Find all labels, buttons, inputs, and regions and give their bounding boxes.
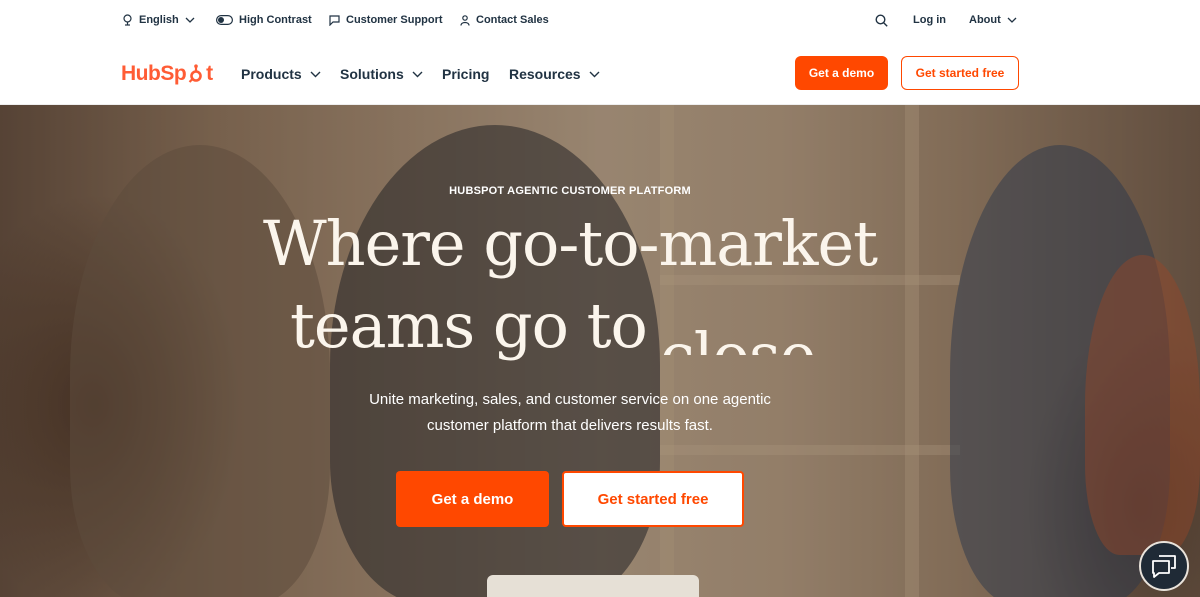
nav-resources-label: Resources [509,66,581,82]
chevron-down-icon [412,71,423,77]
chevron-down-icon [589,71,600,77]
logo-text-start: HubSp [121,62,187,85]
get-started-free-button[interactable]: Get started free [901,56,1019,90]
nav-products[interactable]: Products [241,64,321,84]
chevron-down-icon [310,71,321,77]
logo-text-end: t [206,62,213,85]
chat-icon [1152,555,1176,578]
nav-pricing-label: Pricing [442,66,490,82]
hero-section: HUBSPOT AGENTIC CUSTOMER PLATFORM Where … [0,105,1200,597]
chevron-down-icon [1007,17,1017,23]
toggle-icon [216,15,233,25]
contact-sales-link[interactable]: Contact Sales [460,12,549,28]
language-label: English [139,14,179,26]
utility-bar: English High Contrast Customer Support C… [0,0,1200,40]
about-label: About [969,14,1001,26]
login-label: Log in [913,14,946,26]
search-icon [875,13,888,27]
rotating-word-window: close [660,325,830,355]
person-icon [460,14,470,26]
high-contrast-toggle[interactable]: High Contrast [216,12,312,28]
chevron-down-icon [185,17,195,23]
laptop-image [487,575,699,597]
hero-eyebrow: HUBSPOT AGENTIC CUSTOMER PLATFORM [449,185,691,197]
nav-resources[interactable]: Resources [509,64,600,84]
chat-launcher-button[interactable] [1139,541,1189,591]
nav-pricing[interactable]: Pricing [442,64,489,84]
customer-support-label: Customer Support [346,14,443,26]
nav-solutions-label: Solutions [340,66,404,82]
globe-icon [123,14,132,26]
search-button[interactable] [875,12,888,28]
hero-headline-static: teams go to [290,289,648,362]
hero-get-started-free-button[interactable]: Get started free [562,471,744,527]
speech-bubble-icon [329,14,340,26]
sprocket-icon [187,64,205,84]
nav-products-label: Products [241,66,302,82]
main-navigation: HubSp t Products Solutions Pricing Resou… [0,40,1200,105]
login-link[interactable]: Log in [913,12,946,28]
about-menu[interactable]: About [969,12,1017,28]
hero-subtitle: Unite marketing, sales, and customer ser… [369,391,771,434]
hero-rotating-word: close [660,325,816,355]
hero-headline-line1: Where go-to-market [262,207,878,280]
get-demo-button[interactable]: Get a demo [795,56,888,90]
hero-headline-line2: teams go to close [0,295,1140,365]
nav-solutions[interactable]: Solutions [340,64,423,84]
language-selector[interactable]: English [122,12,195,28]
customer-support-link[interactable]: Customer Support [329,12,443,28]
contact-sales-label: Contact Sales [476,14,549,26]
hero-get-demo-button[interactable]: Get a demo [396,471,549,527]
high-contrast-label: High Contrast [239,14,312,26]
hubspot-logo[interactable]: HubSp t [121,60,213,88]
